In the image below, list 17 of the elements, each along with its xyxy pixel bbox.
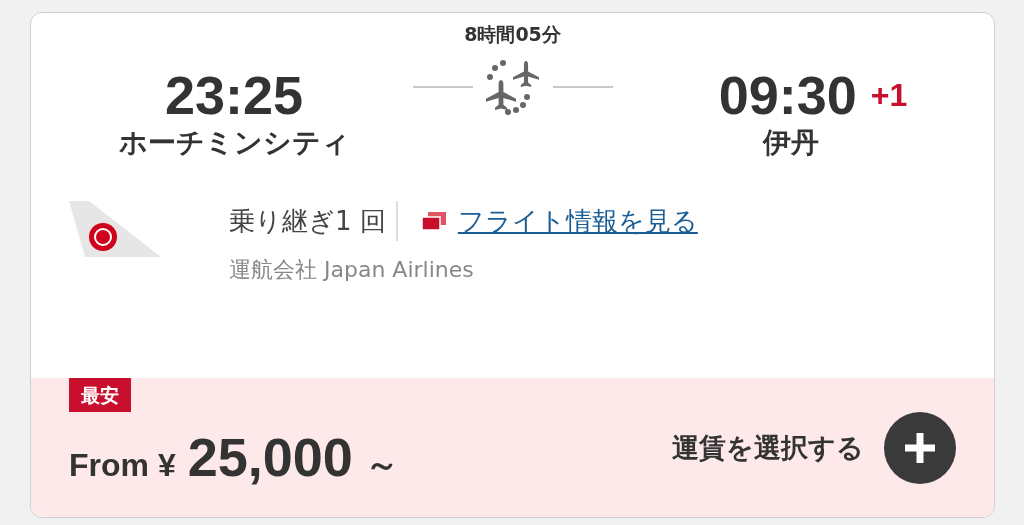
operator-text: 運航会社 Japan Airlines: [229, 256, 475, 284]
departure-city: ホーチミンシティ: [118, 125, 350, 161]
flight-info-link[interactable]: フライト情報を見る: [457, 203, 698, 239]
arrival-time: 09:30: [718, 65, 857, 125]
next-day-indicator: +1: [870, 77, 908, 114]
price-prefix: From ¥: [69, 447, 176, 484]
price-suffix: ～: [364, 443, 399, 486]
flight-duration: 8時間05分: [464, 22, 561, 47]
departure-time: 23:25: [164, 65, 304, 125]
stops-text: 乗り継ぎ1 回: [229, 204, 386, 238]
arrival-city: 伊丹: [763, 125, 819, 161]
select-fare-button[interactable]: 運賃を選択する: [672, 430, 864, 466]
plus-icon: [902, 430, 938, 466]
airline-tail-icon: [69, 201, 161, 259]
cheapest-badge: 最安: [69, 378, 131, 412]
windows-icon: [419, 209, 448, 233]
price-amount: 25,000: [187, 426, 353, 488]
